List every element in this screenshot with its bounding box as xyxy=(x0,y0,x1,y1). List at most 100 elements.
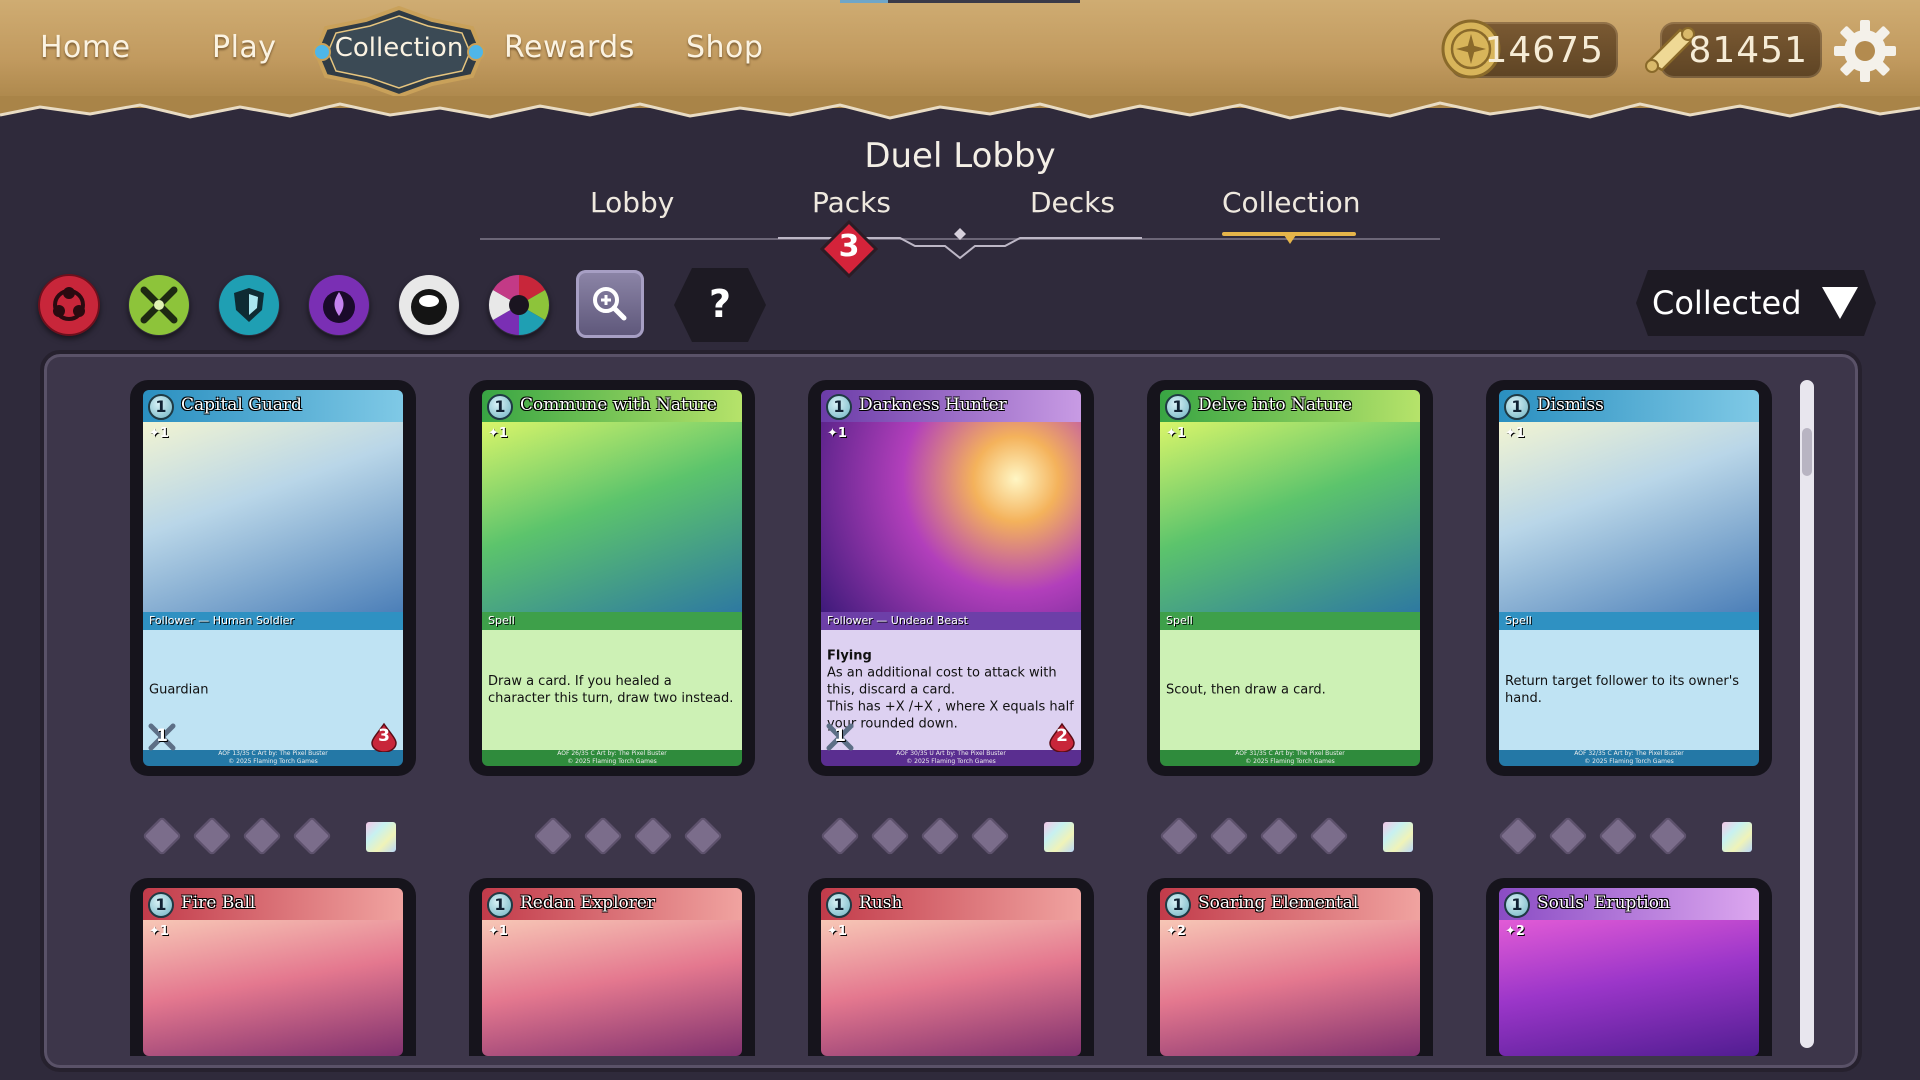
card-faction-requirement: ✦1 xyxy=(1166,426,1186,441)
card-art xyxy=(821,422,1081,612)
card-faction-requirement: ✦1 xyxy=(827,426,847,441)
card-frame: 1 Capital Guard ✦1 Follower — Human Soldier… xyxy=(143,390,403,766)
collected-filter-dropdown[interactable]: Collected xyxy=(1634,268,1878,338)
card-cost: 1 xyxy=(826,892,852,918)
card-health-value: 3 xyxy=(378,726,390,746)
card-art xyxy=(1499,920,1759,1056)
gold-amount: 14675 xyxy=(1484,30,1604,71)
card-cost: 1 xyxy=(1165,394,1191,420)
copy-owned-icon xyxy=(1648,816,1688,856)
card-dismiss[interactable]: 1 Dismiss ✦1 Spell Return target follower to… xyxy=(1486,380,1772,776)
card-type-line: Follower — Undead Beast xyxy=(821,612,1081,630)
tab-packs[interactable]: Packs xyxy=(812,186,891,219)
card-faction-requirement: ✦1 xyxy=(1505,426,1525,441)
card-cost: 1 xyxy=(1504,892,1530,918)
card-darkness-hunter[interactable]: 1 Darkness Hunter ✦1 Follower — Undead Beas… xyxy=(808,380,1094,776)
foil-copy-icon xyxy=(366,822,396,852)
card-rules-line: This has +X /+X , where X equals half yo… xyxy=(827,699,1074,732)
card-cost: 1 xyxy=(148,892,174,918)
card-art xyxy=(821,920,1081,1056)
card-faction-requirement: ✦1 xyxy=(827,924,847,939)
card-name-bar: 1 Rush xyxy=(821,888,1081,920)
copy-owned-icon xyxy=(1498,816,1538,856)
collection-scrollbar[interactable] xyxy=(1800,380,1814,1048)
card-name: Capital Guard xyxy=(181,395,302,415)
card-cost: 1 xyxy=(1165,892,1191,918)
packs-count: 3 xyxy=(838,229,860,264)
card-attack: 1 xyxy=(825,722,855,752)
dropdown-selected-value: Collected xyxy=(1652,284,1802,322)
card-rush[interactable]: 1 Rush ✦1 xyxy=(808,878,1094,1056)
scroll-counter: 81451 xyxy=(1645,22,1822,78)
settings-gear-icon[interactable] xyxy=(1832,18,1898,84)
copy-owned-icon xyxy=(583,816,623,856)
card-capital-guard[interactable]: 1 Capital Guard ✦1 Follower — Human Soldier… xyxy=(130,380,416,776)
top-nav-bar: Home Play Collection Rewards Shop 14675 … xyxy=(0,0,1920,108)
card-cost: 1 xyxy=(487,892,513,918)
card-name: Delve into Nature xyxy=(1198,395,1353,415)
page-title: Duel Lobby xyxy=(864,136,1056,176)
card-art xyxy=(1160,422,1420,612)
copy-owned-icon xyxy=(970,816,1010,856)
card-frame: 1 Darkness Hunter ✦1 Follower — Undead Beas… xyxy=(821,390,1081,766)
copy-owned-icon xyxy=(1548,816,1588,856)
card-souls-eruption[interactable]: 1 Souls' Eruption ✦2 xyxy=(1486,878,1772,1056)
copy-owned-icon xyxy=(1159,816,1199,856)
card-attack: 1 xyxy=(147,722,177,752)
card-faction-requirement: ✦1 xyxy=(488,426,508,441)
card-rules-line: Scout, then draw a card. xyxy=(1166,682,1326,698)
purple-faction-filter-icon[interactable] xyxy=(308,274,370,336)
card-faction-requirement: ✦2 xyxy=(1505,924,1525,939)
nav-shop[interactable]: Shop xyxy=(686,30,763,65)
card-type-line: Follower — Human Soldier xyxy=(143,612,403,630)
card-rules-text: Flying As an additional cost to attack wi… xyxy=(821,630,1081,750)
card-delve-into-nature[interactable]: 1 Delve into Nature ✦1 Spell Scout, then dra… xyxy=(1147,380,1433,776)
chevron-down-icon xyxy=(1822,287,1858,319)
nav-play[interactable]: Play xyxy=(212,30,277,65)
blue-faction-filter-icon[interactable] xyxy=(218,274,280,336)
card-footer-line: AOF 30/35 U Art by: The Pixel Buster xyxy=(896,750,1006,757)
help-label: ? xyxy=(708,282,732,326)
card-name: Souls' Eruption xyxy=(1537,893,1670,913)
green-faction-filter-icon[interactable] xyxy=(128,274,190,336)
card-type-line: Spell xyxy=(482,612,742,630)
card-footer: AOF 13/35 C Art by: The Pixel Buster © 20… xyxy=(143,750,403,766)
tab-decks[interactable]: Decks xyxy=(1030,186,1115,219)
card-cost: 1 xyxy=(1504,394,1530,420)
card-fire-ball[interactable]: 1 Fire Ball ✦1 xyxy=(130,878,416,1056)
card-rules-text-body: Flying As an additional cost to attack wi… xyxy=(827,648,1075,733)
nav-rewards[interactable]: Rewards xyxy=(504,30,635,65)
card-art xyxy=(1499,422,1759,612)
card-rules-text-body: Return target follower to its owner's ha… xyxy=(1505,673,1753,707)
card-soaring-elemental[interactable]: 1 Soaring Elemental ✦2 xyxy=(1147,878,1433,1056)
card-art xyxy=(143,422,403,612)
red-faction-filter-icon[interactable] xyxy=(38,274,100,336)
card-rules-line: As an additional cost to attack with thi… xyxy=(827,665,1057,698)
help-button[interactable]: ? xyxy=(672,266,768,344)
white-faction-filter-icon[interactable] xyxy=(398,274,460,336)
tab-lobby[interactable]: Lobby xyxy=(590,186,674,219)
card-search-button[interactable] xyxy=(576,270,644,338)
card-frame: 1 Dismiss ✦1 Spell Return target follower to… xyxy=(1499,390,1759,766)
card-redan-explorer[interactable]: 1 Redan Explorer ✦1 xyxy=(469,878,755,1056)
card-footer-line: © 2025 Flaming Torch Games xyxy=(567,758,657,765)
card-frame: 1 Redan Explorer ✦1 xyxy=(482,888,742,1056)
copy-owned-icon xyxy=(142,816,182,856)
copy-owned-icon xyxy=(192,816,232,856)
card-faction-requirement: ✦1 xyxy=(488,924,508,939)
magnifier-icon xyxy=(593,287,627,321)
card-footer: AOF 32/35 C Art by: The Pixel Buster © 20… xyxy=(1499,750,1759,766)
collection-scrollbar-thumb[interactable] xyxy=(1802,428,1812,476)
tab-collection[interactable]: Collection xyxy=(1222,186,1361,219)
card-frame: 1 Rush ✦1 xyxy=(821,888,1081,1056)
nav-collection[interactable]: Collection xyxy=(312,5,486,99)
card-name: Fire Ball xyxy=(181,893,256,913)
packs-count-badge: 3 xyxy=(819,219,879,279)
card-faction-requirement: ✦1 xyxy=(149,426,169,441)
card-type-line: Spell xyxy=(1499,612,1759,630)
card-footer-line: © 2025 Flaming Torch Games xyxy=(906,758,996,765)
multi-faction-filter-icon[interactable] xyxy=(488,274,550,336)
card-name: Rush xyxy=(859,893,903,913)
card-commune-with-nature[interactable]: 1 Commune with Nature ✦1 Spell Draw a card. … xyxy=(469,380,755,776)
nav-home[interactable]: Home xyxy=(40,30,131,65)
